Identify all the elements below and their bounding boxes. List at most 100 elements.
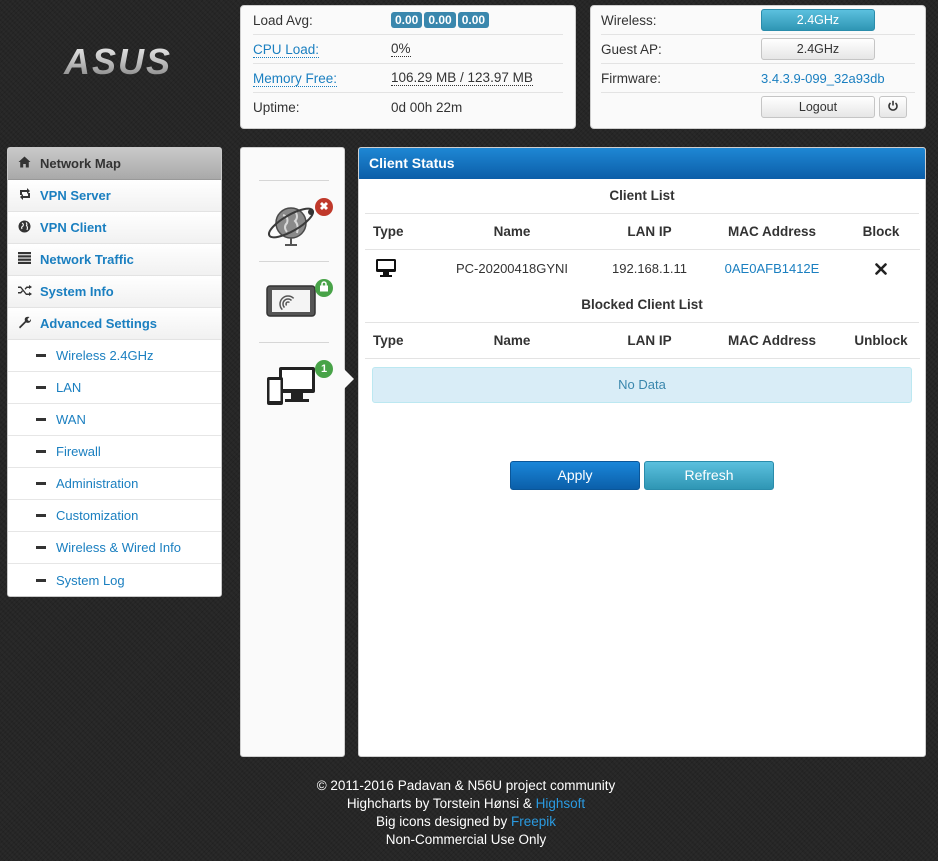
memory-free-link[interactable]: Memory Free: xyxy=(253,70,338,87)
computers-icon xyxy=(267,367,315,405)
remove-icon xyxy=(875,263,887,275)
cpu-load-row: CPU Load: 0% xyxy=(253,35,563,64)
block-client-button[interactable] xyxy=(875,261,887,276)
load-avg-values: 0.00 0.00 0.00 xyxy=(391,12,491,28)
subitem-label: Customization xyxy=(56,508,139,523)
dash-icon xyxy=(36,354,46,357)
panel-title: Client Status xyxy=(359,148,925,179)
sidebar-item-label: VPN Server xyxy=(40,188,111,203)
dash-icon xyxy=(36,482,46,485)
uptime-value: 0d 00h 22m xyxy=(391,99,463,115)
logout-button[interactable]: Logout xyxy=(761,96,875,118)
memory-row: Memory Free: 106.29 MB / 123.97 MB xyxy=(253,64,563,93)
table-header-row: Type Name LAN IP MAC Address Unblock xyxy=(365,323,920,359)
client-mac-link[interactable]: 0AE0AFB1412E xyxy=(725,261,820,276)
col-type: Type xyxy=(365,323,427,359)
system-status-panel: Load Avg: 0.00 0.00 0.00 CPU Load: 0% Memo… xyxy=(240,5,576,129)
apply-button[interactable]: Apply xyxy=(510,461,640,490)
client-name: PC-20200418GYNI xyxy=(455,260,568,276)
dash-icon xyxy=(36,546,46,549)
wireless-device[interactable] xyxy=(259,261,333,342)
footer-icons-credit: Big icons designed by Freepik xyxy=(375,814,557,829)
load-avg-label: Load Avg: xyxy=(253,12,313,28)
client-list-table: Type Name LAN IP MAC Address Block PC-20… xyxy=(365,214,920,286)
firmware-row: Firmware: 3.4.3.9-099_32a93db xyxy=(601,64,915,93)
dash-icon xyxy=(36,450,46,453)
sidebar-nav: Network Map VPN Server VPN Client Networ… xyxy=(7,147,222,597)
client-ip: 192.168.1.11 xyxy=(612,260,687,276)
load-avg-5: 0.00 xyxy=(424,12,456,28)
table-header-row: Type Name LAN IP MAC Address Block xyxy=(365,214,920,250)
client-list-title: Client List xyxy=(365,179,919,214)
clients-count-badge: 1 xyxy=(315,360,333,378)
sidebar-item-network-map[interactable]: Network Map xyxy=(8,148,221,180)
tablet-wifi-icon xyxy=(266,285,316,317)
firmware-version-link[interactable]: 3.4.3.9-099_32a93db xyxy=(761,71,885,86)
sidebar-subitem-customization[interactable]: Customization xyxy=(8,500,221,532)
sidebar-item-vpn-client[interactable]: VPN Client xyxy=(8,212,221,244)
guest-ap-2g-button[interactable]: 2.4GHz xyxy=(761,38,875,60)
subitem-label: Wireless 2.4GHz xyxy=(56,348,154,363)
wireless-2g-button[interactable]: 2.4GHz xyxy=(761,9,875,31)
client-status-panel: Client Status Client List Type Name LAN … xyxy=(358,147,926,757)
sidebar-item-label: VPN Client xyxy=(40,220,107,235)
footer-copyright: © 2011-2016 Padavan & N56U project commu… xyxy=(316,778,616,793)
sidebar-item-label: Advanced Settings xyxy=(40,316,158,331)
col-unblock: Unblock xyxy=(842,323,920,359)
sidebar-subitem-lan[interactable]: LAN xyxy=(8,372,221,404)
list-icon xyxy=(18,252,40,267)
random-icon xyxy=(18,284,40,299)
cpu-load-link[interactable]: CPU Load: xyxy=(253,41,320,58)
guest-ap-row: Guest AP: 2.4GHz xyxy=(601,35,915,64)
clients-device[interactable]: 1 xyxy=(259,342,333,423)
sidebar-item-advanced-settings[interactable]: Advanced Settings xyxy=(8,308,221,340)
globe-icon xyxy=(18,220,40,236)
guest-ap-label: Guest AP: xyxy=(601,41,662,57)
sidebar-item-label: Network Traffic xyxy=(40,252,134,267)
internet-device[interactable]: ✖ xyxy=(259,180,333,261)
subitem-label: Firewall xyxy=(56,444,101,459)
wireless-label: Wireless: xyxy=(601,12,657,28)
highsoft-link[interactable]: Highsoft xyxy=(536,796,586,811)
subitem-label: System Log xyxy=(56,572,125,588)
freepik-link[interactable]: Freepik xyxy=(511,814,556,829)
refresh-button[interactable]: Refresh xyxy=(644,461,774,490)
subitem-label: Wireless & Wired Info xyxy=(56,540,181,555)
uptime-label: Uptime: xyxy=(253,99,300,115)
lock-icon xyxy=(320,281,328,292)
subitem-label: LAN xyxy=(56,380,82,395)
internet-globe-icon xyxy=(267,207,315,246)
sidebar-subitem-firewall[interactable]: Firewall xyxy=(8,436,221,468)
dash-icon xyxy=(36,514,46,517)
load-avg-1: 0.00 xyxy=(391,12,423,28)
uptime-row: Uptime: 0d 00h 22m xyxy=(253,93,563,121)
col-block: Block xyxy=(842,214,920,250)
sidebar-item-network-traffic[interactable]: Network Traffic xyxy=(8,244,221,276)
sidebar-item-system-info[interactable]: System Info xyxy=(8,276,221,308)
wireless-secured-badge xyxy=(315,279,333,297)
sidebar-subitem-wan[interactable]: WAN xyxy=(8,404,221,436)
wrench-icon xyxy=(18,316,40,332)
sidebar-subitem-administration[interactable]: Administration xyxy=(8,468,221,500)
dash-icon xyxy=(36,418,46,421)
col-name: Name xyxy=(427,214,597,250)
logout-row: Logout xyxy=(601,93,915,121)
sidebar-subitem-wireless[interactable]: Wireless 2.4GHz xyxy=(8,340,221,372)
footer-highcharts: Highcharts by Torstein Hønsi & Highsoft xyxy=(346,796,586,811)
footer: © 2011-2016 Padavan & N56U project commu… xyxy=(0,777,932,849)
col-mac: MAC Address xyxy=(702,214,842,250)
subitem-label: WAN xyxy=(56,412,86,427)
home-icon xyxy=(18,156,40,171)
sidebar-item-vpn-server[interactable]: VPN Server xyxy=(8,180,221,212)
dash-icon xyxy=(36,578,46,582)
col-type: Type xyxy=(365,214,427,250)
footer-license: Non-Commercial Use Only xyxy=(385,832,547,847)
internet-disconnected-badge: ✖ xyxy=(315,198,333,216)
power-button[interactable] xyxy=(879,96,907,118)
sidebar-subitem-wireless-wired-info[interactable]: Wireless & Wired Info xyxy=(8,532,221,564)
svg-text:ASUS: ASUS xyxy=(63,44,172,80)
memory-free-value: 106.29 MB / 123.97 MB xyxy=(391,70,533,86)
col-name: Name xyxy=(427,323,597,359)
load-avg-15: 0.00 xyxy=(457,12,490,28)
sidebar-subitem-system-log[interactable]: System Log xyxy=(8,564,221,596)
